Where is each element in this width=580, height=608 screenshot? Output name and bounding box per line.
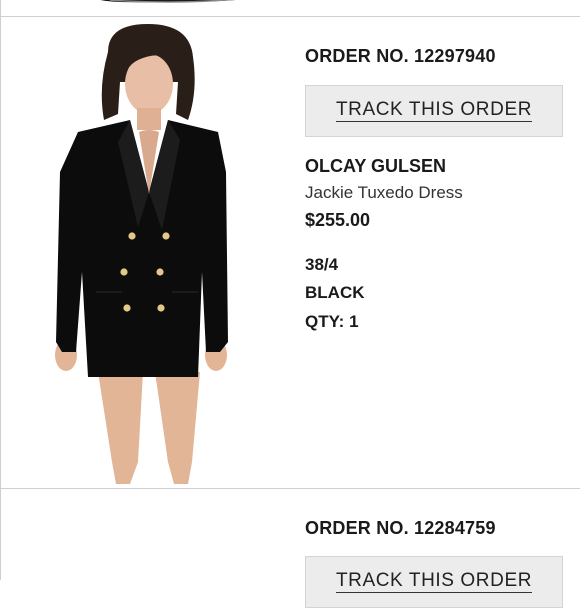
brand-name: OLCAY GULSEN bbox=[305, 156, 447, 176]
item-divider bbox=[0, 488, 580, 489]
product-price: $255.00 bbox=[305, 210, 371, 230]
previous-item-shoe-image bbox=[100, 0, 236, 3]
track-order-label: TRACK THIS ORDER bbox=[335, 570, 533, 593]
track-order-button[interactable]: TRACK THIS ORDER bbox=[305, 85, 563, 137]
track-order-button[interactable]: TRACK THIS ORDER bbox=[305, 556, 563, 608]
track-order-label: TRACK THIS ORDER bbox=[335, 99, 533, 122]
order-number: ORDER NO. 12284759 bbox=[305, 518, 496, 538]
product-image[interactable] bbox=[38, 22, 260, 488]
product-quantity: QTY: 1 bbox=[305, 312, 359, 331]
left-border bbox=[0, 0, 1, 580]
product-size: 38/4 bbox=[305, 255, 339, 274]
product-color: BLACK bbox=[305, 283, 365, 302]
item-divider bbox=[0, 16, 580, 17]
product-name[interactable]: Jackie Tuxedo Dress bbox=[305, 183, 463, 203]
order-number: ORDER NO. 12297940 bbox=[305, 46, 496, 66]
